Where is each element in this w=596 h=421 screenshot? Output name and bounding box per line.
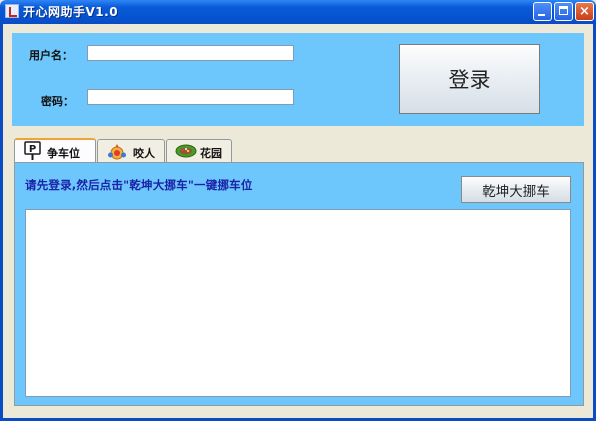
password-input[interactable] <box>87 89 294 105</box>
parking-tab-panel: 请先登录,然后点击"乾坤大挪车"一键挪车位 乾坤大挪车 <box>14 162 584 406</box>
face-icon <box>108 144 126 160</box>
tab-parking-label: 争车位 <box>47 147 80 160</box>
log-textarea[interactable] <box>25 209 571 397</box>
username-label: 用户名： <box>29 49 73 62</box>
tab-parking[interactable]: P 争车位 <box>14 138 96 163</box>
garden-icon <box>175 144 197 158</box>
password-label: 密码： <box>41 95 74 108</box>
login-button[interactable]: 登录 <box>399 44 540 114</box>
close-button[interactable]: × <box>575 2 594 21</box>
maximize-button[interactable] <box>554 2 573 21</box>
minimize-icon <box>538 14 545 16</box>
tab-bite-label: 咬人 <box>133 147 155 160</box>
move-car-button[interactable]: 乾坤大挪车 <box>461 176 571 203</box>
username-input[interactable] <box>87 45 294 61</box>
minimize-button[interactable] <box>533 2 552 21</box>
app-icon[interactable] <box>5 4 19 18</box>
svg-text:P: P <box>29 144 36 155</box>
tab-bite[interactable]: 咬人 <box>97 139 165 162</box>
maximize-icon <box>559 6 568 15</box>
tab-garden[interactable]: 花园 <box>166 139 232 162</box>
instruction-text: 请先登录,然后点击"乾坤大挪车"一键挪车位 <box>25 178 253 192</box>
window-title: 开心网助手V1.0 <box>23 5 119 19</box>
parking-icon: P <box>24 141 41 160</box>
login-panel: 用户名： 密码： 登录 <box>12 33 584 126</box>
tab-garden-label: 花园 <box>200 147 222 160</box>
close-icon: × <box>579 4 590 19</box>
title-bar[interactable]: 开心网助手V1.0 × <box>0 0 596 24</box>
